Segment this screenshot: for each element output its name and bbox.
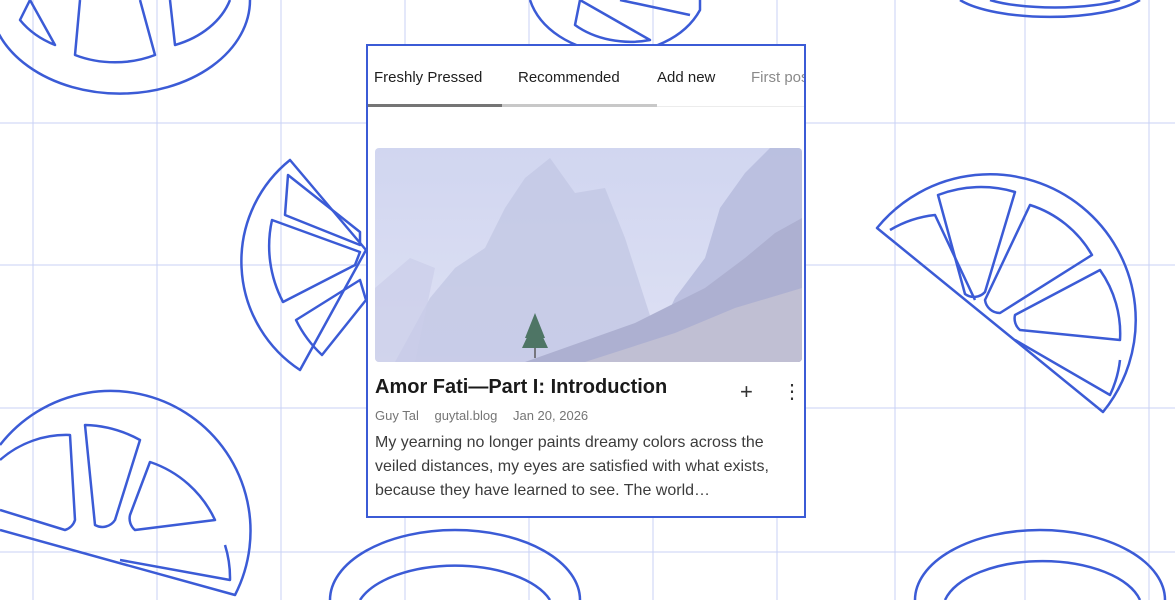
tab-first-posts[interactable]: First posts: [751, 46, 804, 106]
post-title[interactable]: Amor Fati—Part I: Introduction: [375, 376, 667, 399]
reader-card: Freshly Pressed Recommended Add new Firs…: [366, 44, 806, 518]
more-vertical-icon[interactable]: ⋮: [782, 380, 802, 404]
plus-icon[interactable]: +: [740, 380, 753, 404]
tab-recommended[interactable]: Recommended: [518, 46, 620, 106]
reader-tabs: Freshly Pressed Recommended Add new Firs…: [368, 46, 804, 107]
post-excerpt: My yearning no longer paints dreamy colo…: [375, 434, 769, 499]
post-date: Jan 20, 2026: [512, 408, 589, 423]
post-meta: Guy Tal guytal.blog Jan 20, 2026: [375, 408, 600, 423]
tab-add-new[interactable]: Add new: [657, 46, 715, 106]
tab-freshly-pressed[interactable]: Freshly Pressed: [374, 46, 482, 106]
post-site[interactable]: guytal.blog: [434, 408, 497, 423]
tab-active-indicator: [368, 104, 502, 107]
tab-indicator-track: [502, 104, 657, 107]
post-author[interactable]: Guy Tal: [375, 408, 419, 423]
post-featured-image[interactable]: [375, 148, 802, 362]
